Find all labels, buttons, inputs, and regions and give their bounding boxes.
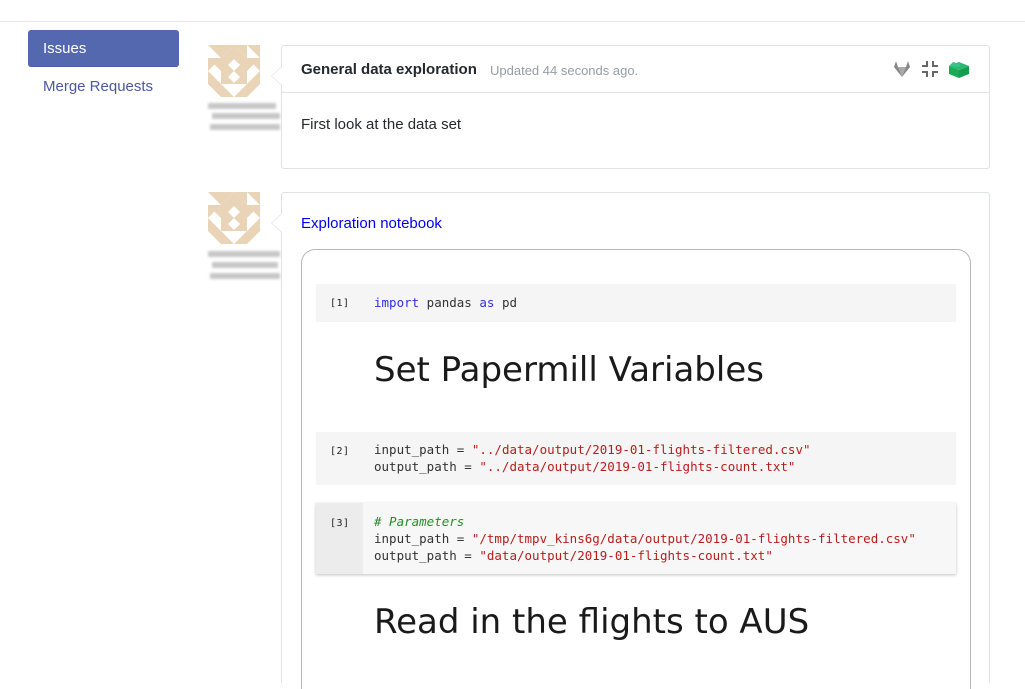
cell-prompt: [2] [330,446,350,457]
code-token: pandas [419,295,480,310]
issue-description: First look at the data set [301,116,462,133]
code-token: input_path = [374,442,472,457]
notebook-link[interactable]: Exploration notebook [301,215,442,232]
avatar[interactable] [208,192,260,244]
avatar[interactable] [208,45,260,97]
code-token: import [374,295,420,310]
notebook-card: Exploration notebook [1] import pandas a… [271,192,990,689]
code-token: "../data/output/2019-01-flights-filtered… [471,442,811,457]
author-name-blurred [212,113,280,119]
author-name-blurred [210,273,280,279]
code-token: "/tmp/tmpv_kins6g/data/output/2019-01-fl… [471,531,916,546]
author-name-blurred [212,262,278,268]
updated-timestamp: Updated 44 seconds ago. [490,63,639,78]
cell-prompt: [1] [330,298,350,309]
cell-prompt: [3] [330,518,350,529]
code-line: output_path = "data/output/2019-01-fligh… [374,547,773,564]
sidebar-item-label: Merge Requests [43,78,154,95]
identicon-icon [208,45,260,97]
code-token: output_path = [374,548,480,563]
collapse-icon[interactable] [919,58,941,80]
cell-gutter [316,503,363,574]
sidebar-item-merge-requests[interactable]: Merge Requests [43,77,153,97]
code-token: "data/output/2019-01-flights-count.txt" [479,548,773,563]
issue-actions [891,58,969,80]
code-token: # Parameters [374,514,465,529]
code-line: output_path = "../data/output/2019-01-fl… [374,458,795,475]
author-name-blurred [210,124,280,130]
markdown-heading: Read in the flights to AUS [374,602,810,642]
code-line: input_path = "../data/output/2019-01-fli… [374,441,811,458]
code-token: "../data/output/2019-01-flights-count.tx… [479,459,796,474]
author-name-blurred [208,103,276,109]
code-line: # Parameters [374,513,464,530]
markdown-heading: Set Papermill Variables [374,350,764,390]
code-token: pd [494,295,518,310]
sidebar-item-label: Issues [43,40,87,57]
top-divider [0,21,1025,22]
open-box-icon[interactable] [947,58,969,80]
sidebar-item-issues[interactable]: Issues [28,30,179,67]
issue-title[interactable]: General data exploration [301,61,477,78]
identicon-icon [208,192,260,244]
author-name-blurred [208,251,280,257]
code-line: input_path = "/tmp/tmpv_kins6g/data/outp… [374,530,916,547]
notebook-viewer[interactable]: [1] import pandas as pd Set Papermill Va… [301,249,971,689]
issue-card: General data exploration Updated 44 seco… [271,45,990,169]
code-token: input_path = [374,531,472,546]
gitlab-icon[interactable] [891,58,913,80]
code-line: import pandas as pd [374,294,517,311]
code-token: output_path = [374,459,480,474]
issue-card-header: General data exploration Updated 44 seco… [282,46,989,93]
code-token: as [479,295,495,310]
